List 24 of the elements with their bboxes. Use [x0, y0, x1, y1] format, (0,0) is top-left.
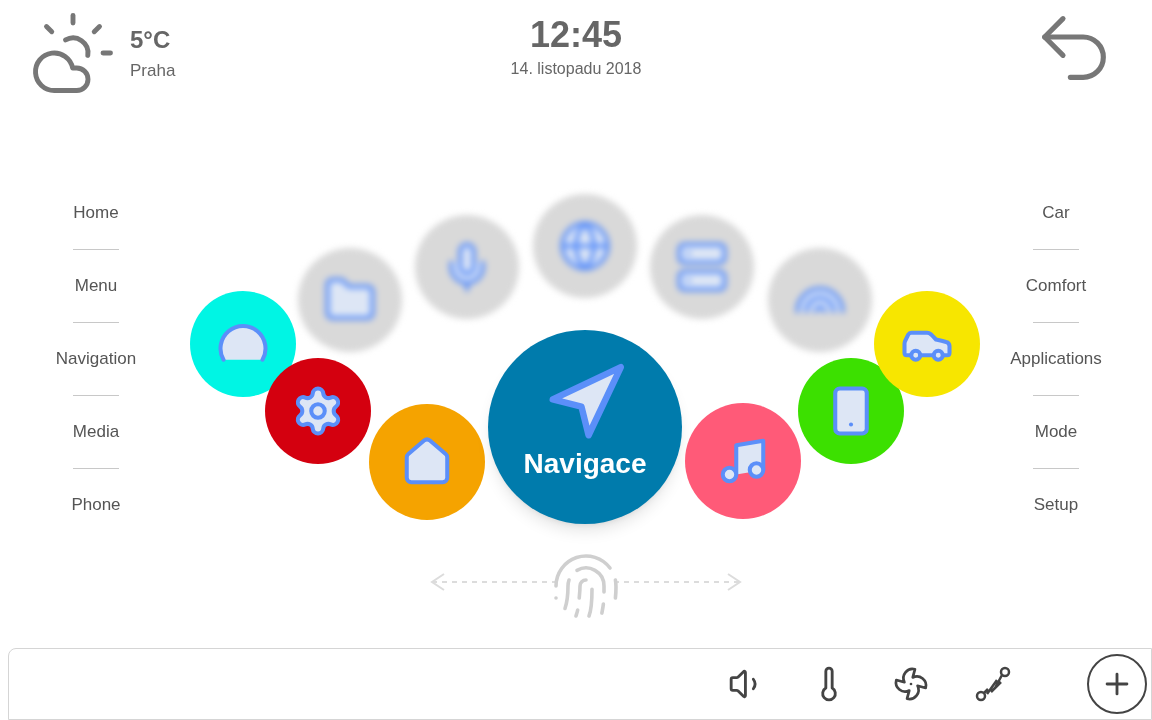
- faded-app-button[interactable]: [650, 215, 754, 319]
- app-button[interactable]: Navigace: [488, 330, 682, 524]
- temperature: 5°C: [130, 25, 172, 56]
- menu-item[interactable]: Applications: [1010, 346, 1102, 372]
- menu-item[interactable]: Menu: [74, 273, 118, 299]
- menu-item[interactable]: Phone: [71, 492, 121, 518]
- menu-item[interactable]: Media: [72, 419, 120, 445]
- menu-item[interactable]: Comfort: [1025, 273, 1087, 299]
- faded-app-button[interactable]: [533, 194, 637, 298]
- menu-item[interactable]: Navigation: [55, 346, 137, 372]
- clock-date: 14. listopadu 2018: [510, 59, 642, 79]
- server-icon: [675, 240, 729, 294]
- add-button[interactable]: [1087, 654, 1147, 714]
- city: Praha: [130, 60, 176, 83]
- faded-app-button[interactable]: [415, 215, 519, 319]
- menu-item[interactable]: Home: [73, 200, 119, 226]
- globe-icon: [558, 219, 612, 273]
- menu-item[interactable]: Mode: [1034, 419, 1078, 445]
- menu-item[interactable]: Setup: [1033, 492, 1079, 518]
- fan-icon: [893, 666, 929, 702]
- spring-icon: [974, 665, 1012, 703]
- menu-item[interactable]: Car: [1042, 200, 1070, 226]
- clock-time: 12:45: [529, 13, 623, 57]
- faded-app-button[interactable]: [768, 248, 872, 352]
